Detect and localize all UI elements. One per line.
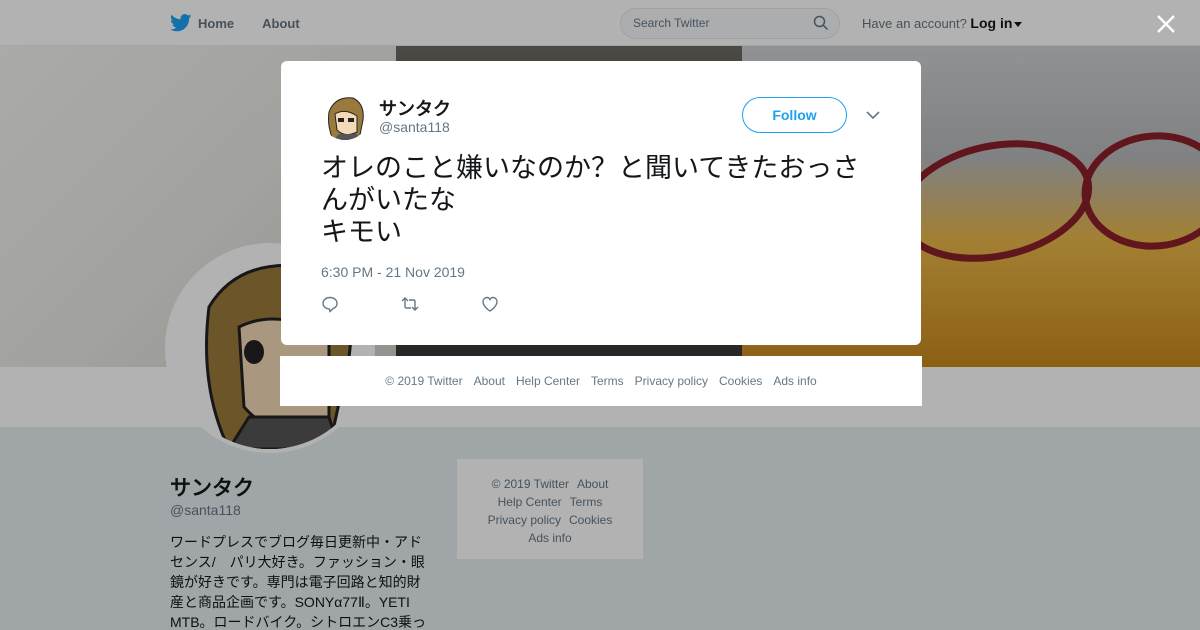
footer-terms-link[interactable]: Terms <box>591 374 624 388</box>
reply-button[interactable] <box>321 295 401 315</box>
reply-icon <box>322 296 338 313</box>
avatar-illustration-small <box>321 92 369 140</box>
footer-cookies-link[interactable]: Cookies <box>719 374 762 388</box>
tweet-author-name[interactable]: サンタク <box>379 95 451 121</box>
chevron-down-icon[interactable] <box>865 109 881 121</box>
tweet-text: オレのこと嫌いなのか？と聞いてきたおっさんがいたな キモい <box>321 153 860 248</box>
footer-help-link[interactable]: Help Center <box>516 374 580 388</box>
like-button[interactable] <box>481 295 561 315</box>
footer-privacy-link[interactable]: Privacy policy <box>635 374 708 388</box>
retweet-icon <box>401 297 419 311</box>
tweet-modal: サンタク @santa118 Follow オレのこと嫌いなのか？と聞いてきたお… <box>281 61 921 345</box>
close-icon[interactable] <box>1155 13 1177 35</box>
tweet-timestamp[interactable]: 6:30 PM - 21 Nov 2019 <box>321 264 465 280</box>
footer-about-link[interactable]: About <box>474 374 505 388</box>
footer-ads-link[interactable]: Ads info <box>773 374 816 388</box>
tweet-actions <box>321 295 561 315</box>
tweet-author-avatar[interactable] <box>321 92 369 140</box>
footer-copyright: © 2019 Twitter <box>385 374 463 388</box>
tweet-author-handle[interactable]: @santa118 <box>379 119 450 135</box>
modal-footer: © 2019 Twitter About Help Center Terms P… <box>280 356 922 406</box>
follow-button[interactable]: Follow <box>742 97 847 133</box>
like-icon <box>482 296 498 312</box>
retweet-button[interactable] <box>401 295 481 315</box>
